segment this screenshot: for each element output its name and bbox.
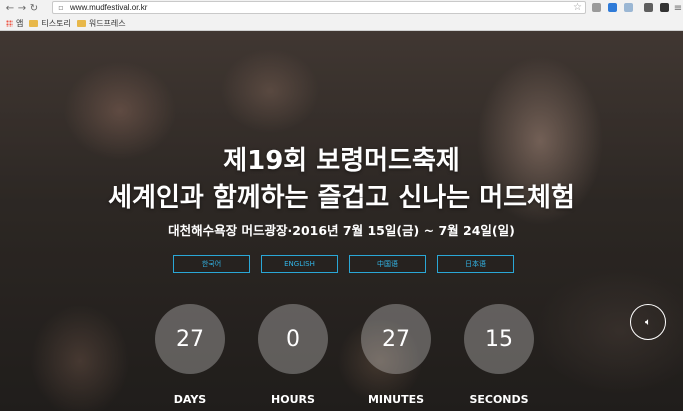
bookmark-tistory[interactable]: 티스토리 [29,18,71,29]
countdown-hours-label: HOURS [271,393,315,406]
page-icon: ▫ [58,2,64,12]
forward-icon[interactable]: → [16,1,28,15]
bookmarks-bar: 앱 티스토리 워드프레스 [0,16,683,31]
extension-icon[interactable] [660,3,669,12]
back-icon[interactable]: ← [4,1,16,15]
countdown-seconds-label: SECONDS [469,393,529,406]
reload-icon[interactable]: ↻ [28,1,40,15]
bookmark-apps[interactable]: 앱 [2,18,23,29]
url-text[interactable]: www.mudfestival.or.kr [70,3,147,12]
sound-toggle-button[interactable]: 🔈︎ [630,304,666,340]
speaker-icon: 🔈︎ [645,316,651,328]
extension-icon[interactable] [644,3,653,12]
festival-dates: 대천해수욕장 머드광장·2016년 7월 15일(금) ~ 7월 24일(일) [168,223,515,238]
countdown-minutes-label: MINUTES [367,393,425,406]
countdown-seconds: 15 [464,304,534,374]
bookmark-star-icon[interactable]: ☆ [573,2,582,13]
menu-icon[interactable]: ≡ [672,1,683,15]
festival-tagline: 세계인과 함께하는 즐겁고 신나는 머드체험 [108,183,575,213]
countdown-days: 27 [155,304,225,374]
festival-title: 제19회 보령머드축제 [223,146,460,176]
bookmark-label: 워드프레스 [88,18,126,28]
countdown-minutes: 27 [361,304,431,374]
apps-grid-icon [6,19,13,27]
folder-icon [76,19,86,27]
hero-banner: 제19회 보령머드축제 세계인과 함께하는 즐겁고 신나는 머드체험 대천해수욕… [0,31,683,411]
language-selector: 한국어 ENGLISH 中国语 日本语 [173,255,514,273]
lang-korean-button[interactable]: 한국어 [173,255,250,273]
folder-icon [29,19,39,27]
browser-toolbar: ← → ↻ ▫ www.mudfestival.or.kr ☆ ≡ [0,0,683,17]
extension-icon[interactable] [608,3,617,12]
lang-chinese-button[interactable]: 中国语 [349,255,426,273]
extension-icon[interactable] [592,3,601,12]
countdown-hours: 0 [258,304,328,374]
countdown-days-label: DAYS [173,393,207,406]
extension-icon[interactable] [624,3,633,12]
lang-english-button[interactable]: ENGLISH [261,255,338,273]
bookmark-label: 티스토리 [41,18,71,28]
lang-japanese-button[interactable]: 日本语 [437,255,514,273]
hero-overlay: 제19회 보령머드축제 세계인과 함께하는 즐겁고 신나는 머드체험 대천해수욕… [0,31,683,411]
bookmark-label: 앱 [16,18,24,28]
address-bar[interactable]: ▫ www.mudfestival.or.kr ☆ [52,1,586,14]
bookmark-wordpress[interactable]: 워드프레스 [76,18,126,29]
